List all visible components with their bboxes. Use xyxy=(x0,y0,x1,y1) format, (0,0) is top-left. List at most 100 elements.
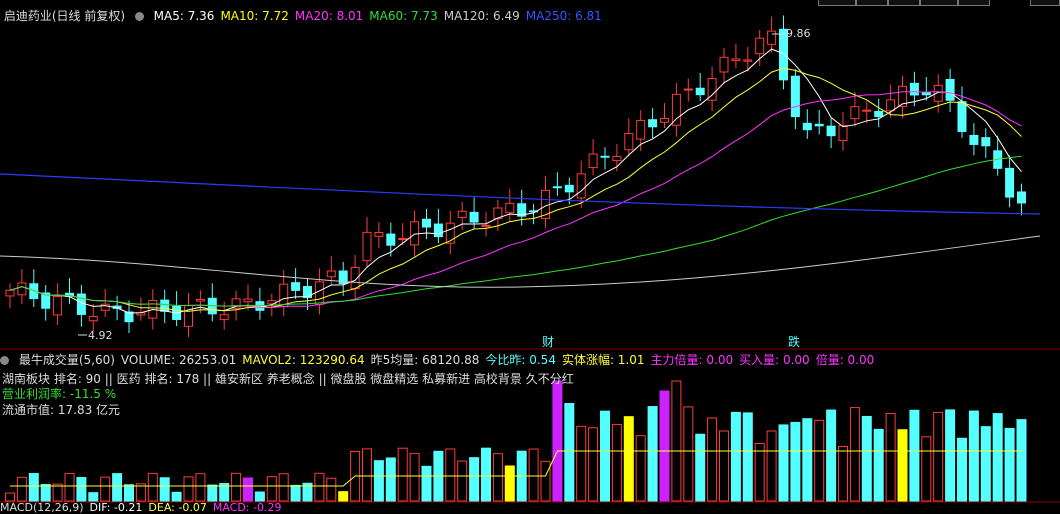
volume-bar xyxy=(671,380,682,502)
candle-body xyxy=(422,218,431,228)
ma-indicator-3: MA60: 7.73 xyxy=(369,9,438,23)
candle-body xyxy=(362,231,372,262)
volume-bar xyxy=(1016,419,1027,502)
volume-bar xyxy=(980,426,991,502)
candle-body xyxy=(481,224,491,227)
volume-indicator-2: MAVOL2: 123290.64 xyxy=(242,353,365,367)
chevron-down-icon[interactable] xyxy=(0,356,9,365)
ma-indicator-4: MA120: 6.49 xyxy=(443,9,520,23)
macd-indicator-0: MACD(12,26,9) xyxy=(0,501,84,514)
candle-body xyxy=(612,155,622,162)
volume-bar xyxy=(266,476,277,502)
volume-bar xyxy=(481,447,491,502)
candle-body xyxy=(850,106,860,120)
volume-bar xyxy=(290,484,301,502)
candle-body xyxy=(624,133,634,151)
volume-bar xyxy=(945,409,956,502)
volume-bar xyxy=(730,411,741,502)
volume-bar xyxy=(64,472,75,502)
candle-body xyxy=(303,285,312,299)
chevron-down-icon[interactable] xyxy=(134,12,144,21)
candle-body xyxy=(648,119,658,128)
candle-body xyxy=(790,75,800,118)
volume-bar xyxy=(469,457,480,502)
candle-body xyxy=(636,119,646,140)
volume-bar xyxy=(849,407,860,502)
volume-bar xyxy=(147,472,158,502)
volume-indicator-8: 倍量: 0.00 xyxy=(815,353,875,367)
ma20-line xyxy=(9,91,1022,309)
candle-body xyxy=(969,134,979,145)
volume-bar xyxy=(564,403,575,502)
candle-body xyxy=(862,109,872,112)
volume-bar xyxy=(873,428,884,502)
candle-body xyxy=(743,59,753,62)
volume-indicator-6: 主力倍量: 0.00 xyxy=(650,353,734,367)
event-marker-die: 跌 xyxy=(788,334,800,349)
volume-bar xyxy=(921,436,932,502)
candle-body xyxy=(505,202,515,214)
volume-bar xyxy=(968,410,979,502)
volume-bar xyxy=(100,476,111,502)
candle-body xyxy=(552,186,562,189)
ma-indicator-list: MA5: 7.36 MA10: 7.72 MA20: 8.01 MA60: 7.73 M… xyxy=(154,9,608,23)
volume-bar xyxy=(492,453,503,502)
chart-canvas[interactable]: 9.86 4.92 财 跌 xyxy=(0,0,1060,511)
volume-indicator-1: VOLUME: 26253.01 xyxy=(120,353,237,367)
volume-indicator-3: 昨5均量: 68120.88 xyxy=(370,353,480,367)
volume-bar xyxy=(40,483,51,502)
volume-bar xyxy=(76,477,87,502)
volume-bar xyxy=(814,419,825,502)
candle-body xyxy=(886,99,896,112)
ma5-line xyxy=(9,48,1022,314)
candle-body xyxy=(909,82,919,96)
volume-bar xyxy=(766,430,777,502)
macd-indicator-1: DIF: -0.21 xyxy=(89,501,143,514)
macd-panel-header: MACD(12,26,9) DIF: -0.21 DEA: -0.07 MACD: -… xyxy=(0,501,293,514)
volume-bar xyxy=(933,411,944,502)
ma-indicator-5: MA250: 6.81 xyxy=(525,9,602,23)
candle-body xyxy=(1005,167,1015,198)
low-price-label: 4.92 xyxy=(88,329,113,342)
volume-bar xyxy=(992,413,1003,502)
candle-body xyxy=(921,91,931,96)
candle-body xyxy=(1017,191,1026,204)
volume-indicator-4: 今比昨: 0.54 xyxy=(485,353,556,367)
candle-body xyxy=(457,210,467,218)
volume-bar xyxy=(338,491,349,502)
event-marker-cai: 财 xyxy=(542,335,554,349)
stock-title[interactable]: 启迪药业(日线 前复权) xyxy=(4,9,125,23)
candle-body xyxy=(243,298,253,303)
volume-panel-header: 最牛成交量(5,60) VOLUME: 26253.01 MAVOL2: 12329… xyxy=(0,352,1060,368)
volume-indicator-5: 实体涨幅: 1.01 xyxy=(561,353,645,367)
price-labels: 9.86 4.92 财 跌 xyxy=(0,27,1060,350)
volume-bar xyxy=(445,448,456,502)
volume-bar xyxy=(861,415,872,502)
candle-body xyxy=(160,299,170,312)
candle-body xyxy=(826,125,836,137)
volume-bar xyxy=(826,409,837,502)
volume-bar xyxy=(88,492,99,502)
volume-bar xyxy=(1004,427,1015,502)
volume-bar xyxy=(207,484,218,502)
candle-body xyxy=(291,282,301,291)
candle-body xyxy=(731,58,741,62)
candle-body xyxy=(219,314,229,321)
candle-body xyxy=(374,232,384,237)
ma-indicator-0: MA5: 7.36 xyxy=(153,9,215,23)
candle-body xyxy=(469,211,479,223)
macd-indicator-2: DEA: -0.07 xyxy=(148,501,207,514)
candle-body xyxy=(755,37,765,55)
volume-bar xyxy=(611,424,622,502)
volume-bar xyxy=(243,477,253,502)
volume-bar xyxy=(719,430,729,502)
volume-bar xyxy=(5,492,15,502)
candle-body xyxy=(814,123,824,127)
candle-body xyxy=(314,281,324,305)
volume-bar xyxy=(897,429,908,502)
ma10-line xyxy=(9,67,1022,312)
volume-bar xyxy=(124,484,134,502)
volume-bar xyxy=(957,437,967,502)
candle-body xyxy=(802,122,812,131)
volume-bar xyxy=(28,473,39,502)
